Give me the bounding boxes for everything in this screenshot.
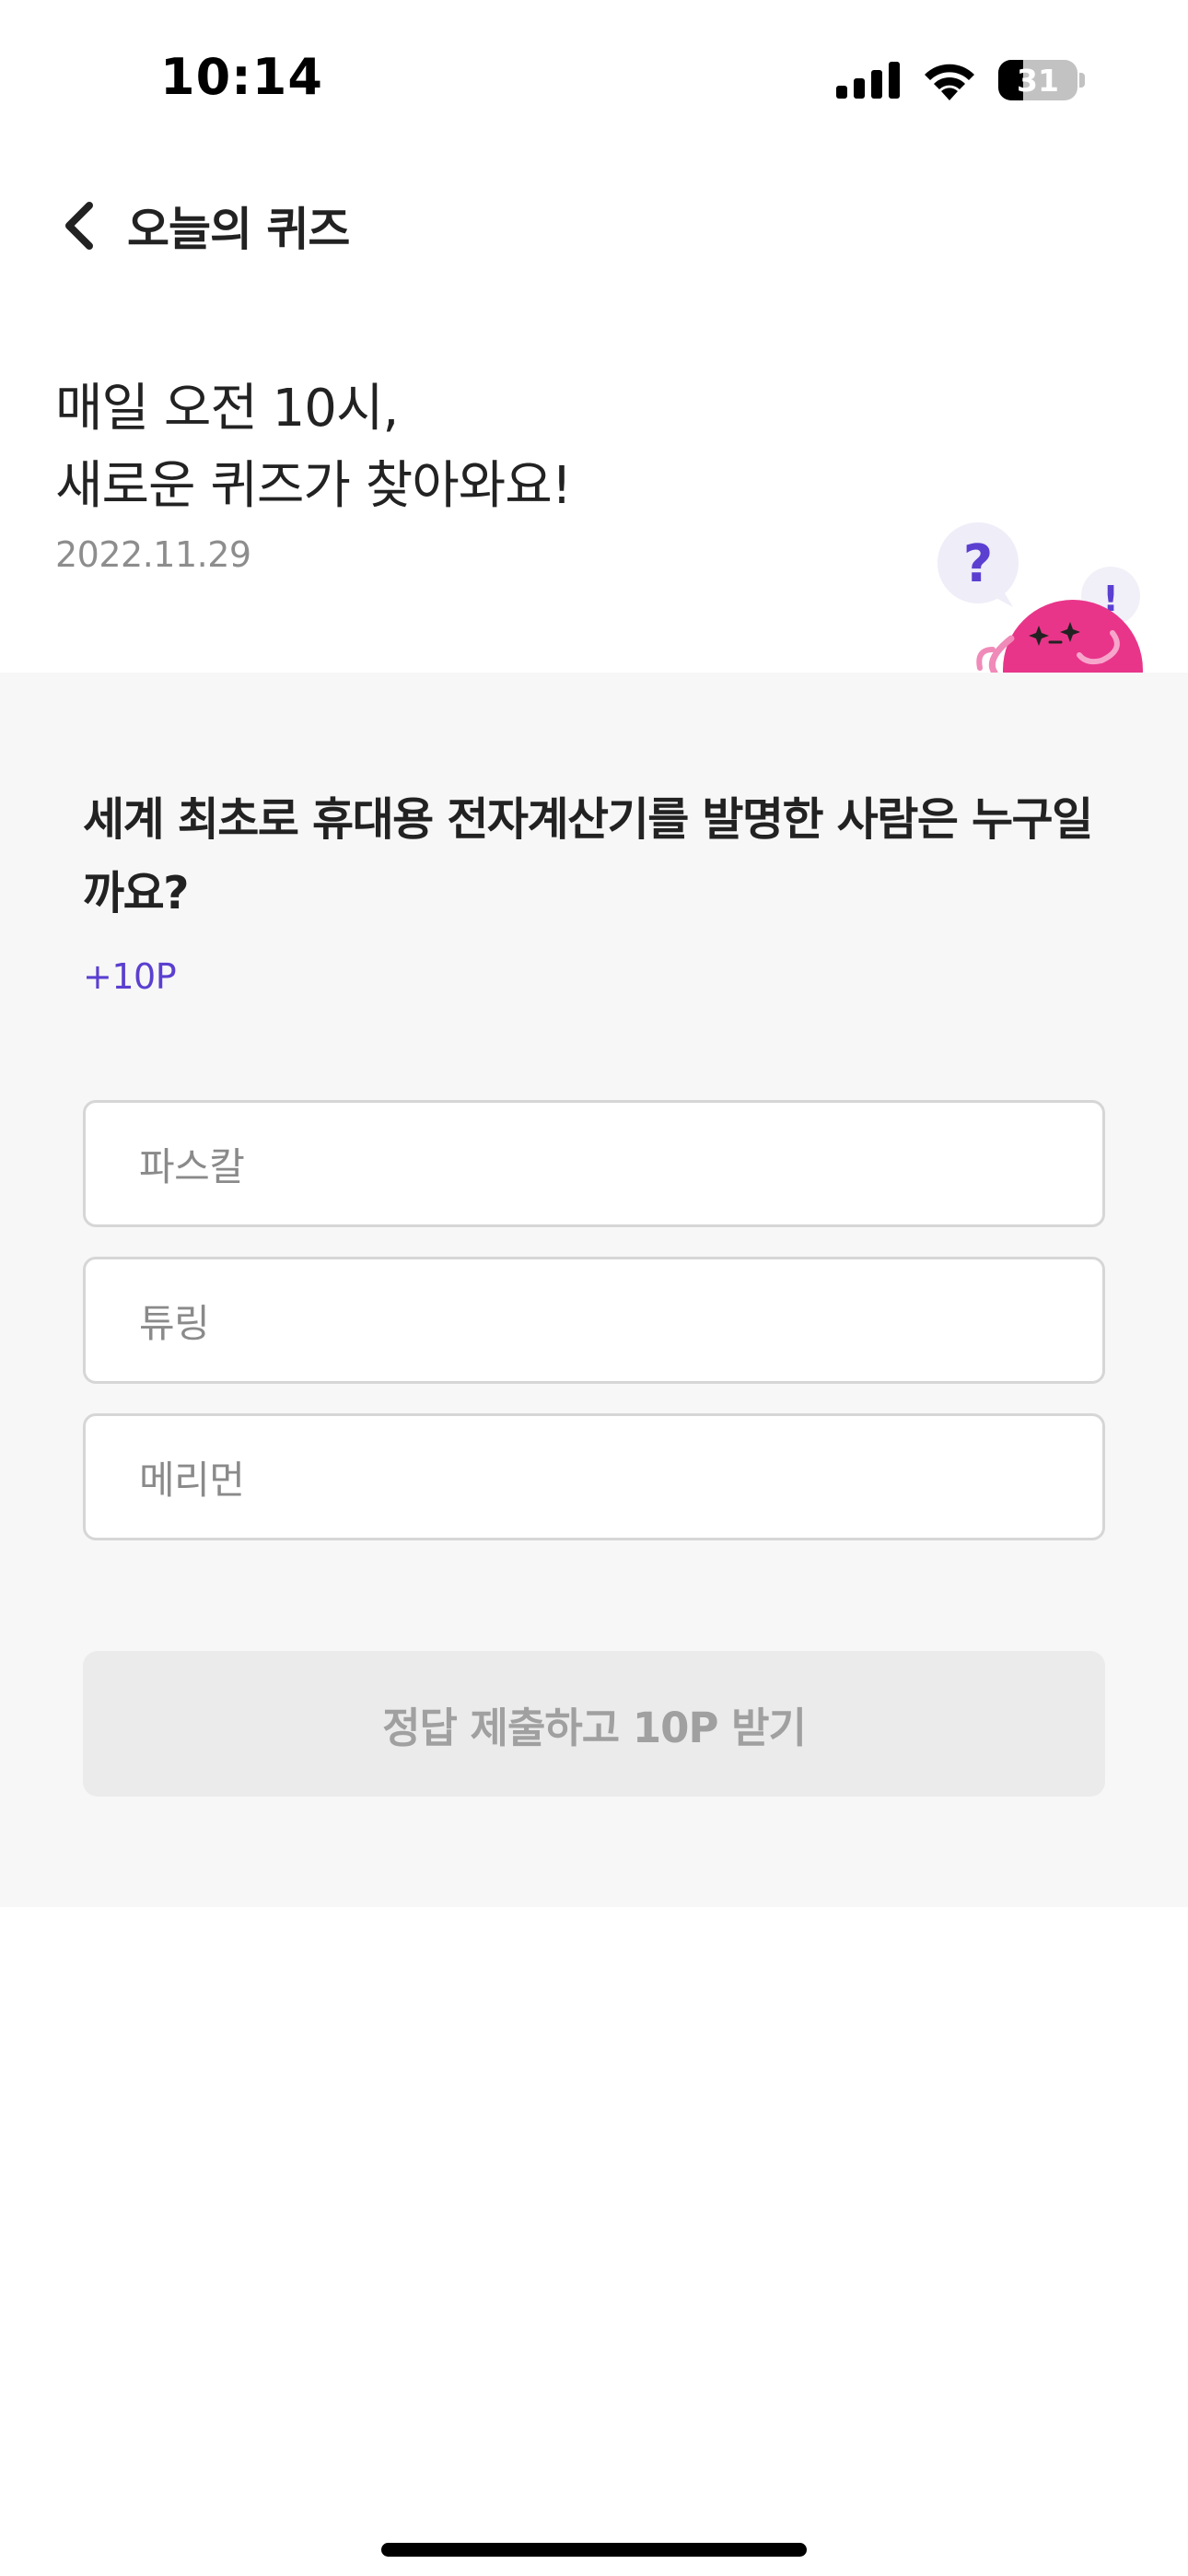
battery-icon: 31 — [998, 60, 1085, 100]
answer-options: 파스칼 튜링 메리먼 — [83, 1100, 1105, 1570]
answer-option-1[interactable]: 파스칼 — [83, 1100, 1105, 1227]
quiz-header: 매일 오전 10시, 새로운 퀴즈가 찾아와요! 2022.11.29 ? ! — [0, 286, 1188, 673]
quiz-question: 세계 최초로 휴대용 전자계산기를 발명한 사람은 누구일까요? — [83, 793, 1093, 919]
cellular-signal-icon — [836, 62, 900, 99]
headline: 매일 오전 10시, 새로운 퀴즈가 찾아와요! — [55, 370, 572, 525]
chevron-left-icon — [65, 202, 93, 250]
quiz-screen: 10:14 31 오늘의 퀴즈 매일 오전 10시, 새로운 퀴즈가 찾아와요!… — [0, 0, 1188, 2576]
status-time: 10:14 — [160, 48, 323, 106]
quiz-date: 2022.11.29 — [55, 534, 251, 575]
nav-bar: 오늘의 퀴즈 — [0, 161, 1188, 286]
status-icons: 31 — [836, 59, 1085, 101]
answer-option-2[interactable]: 튜링 — [83, 1257, 1105, 1384]
home-indicator[interactable] — [381, 2543, 807, 2557]
answer-option-3[interactable]: 메리먼 — [83, 1413, 1105, 1540]
page-title: 오늘의 퀴즈 — [127, 203, 350, 256]
battery-level-text: 31 — [1017, 62, 1059, 99]
back-button[interactable] — [46, 189, 111, 263]
wifi-icon — [925, 64, 974, 100]
submit-answer-button[interactable]: 정답 제출하고 10P 받기 — [83, 1651, 1105, 1797]
battery-tip — [1079, 73, 1085, 88]
question-mark-text: ? — [963, 534, 993, 594]
quiz-mascot-illustration: ? ! — [938, 522, 1143, 673]
headline-line-1: 매일 오전 10시, — [55, 379, 399, 439]
status-bar: 10:14 31 — [0, 0, 1188, 161]
reward-points: +10P — [83, 956, 177, 997]
headline-line-2: 새로운 퀴즈가 찾아와요! — [55, 456, 572, 516]
battery-body: 31 — [998, 60, 1077, 100]
quiz-card: 세계 최초로 휴대용 전자계산기를 발명한 사람은 누구일까요? +10P 파스… — [0, 673, 1188, 1907]
